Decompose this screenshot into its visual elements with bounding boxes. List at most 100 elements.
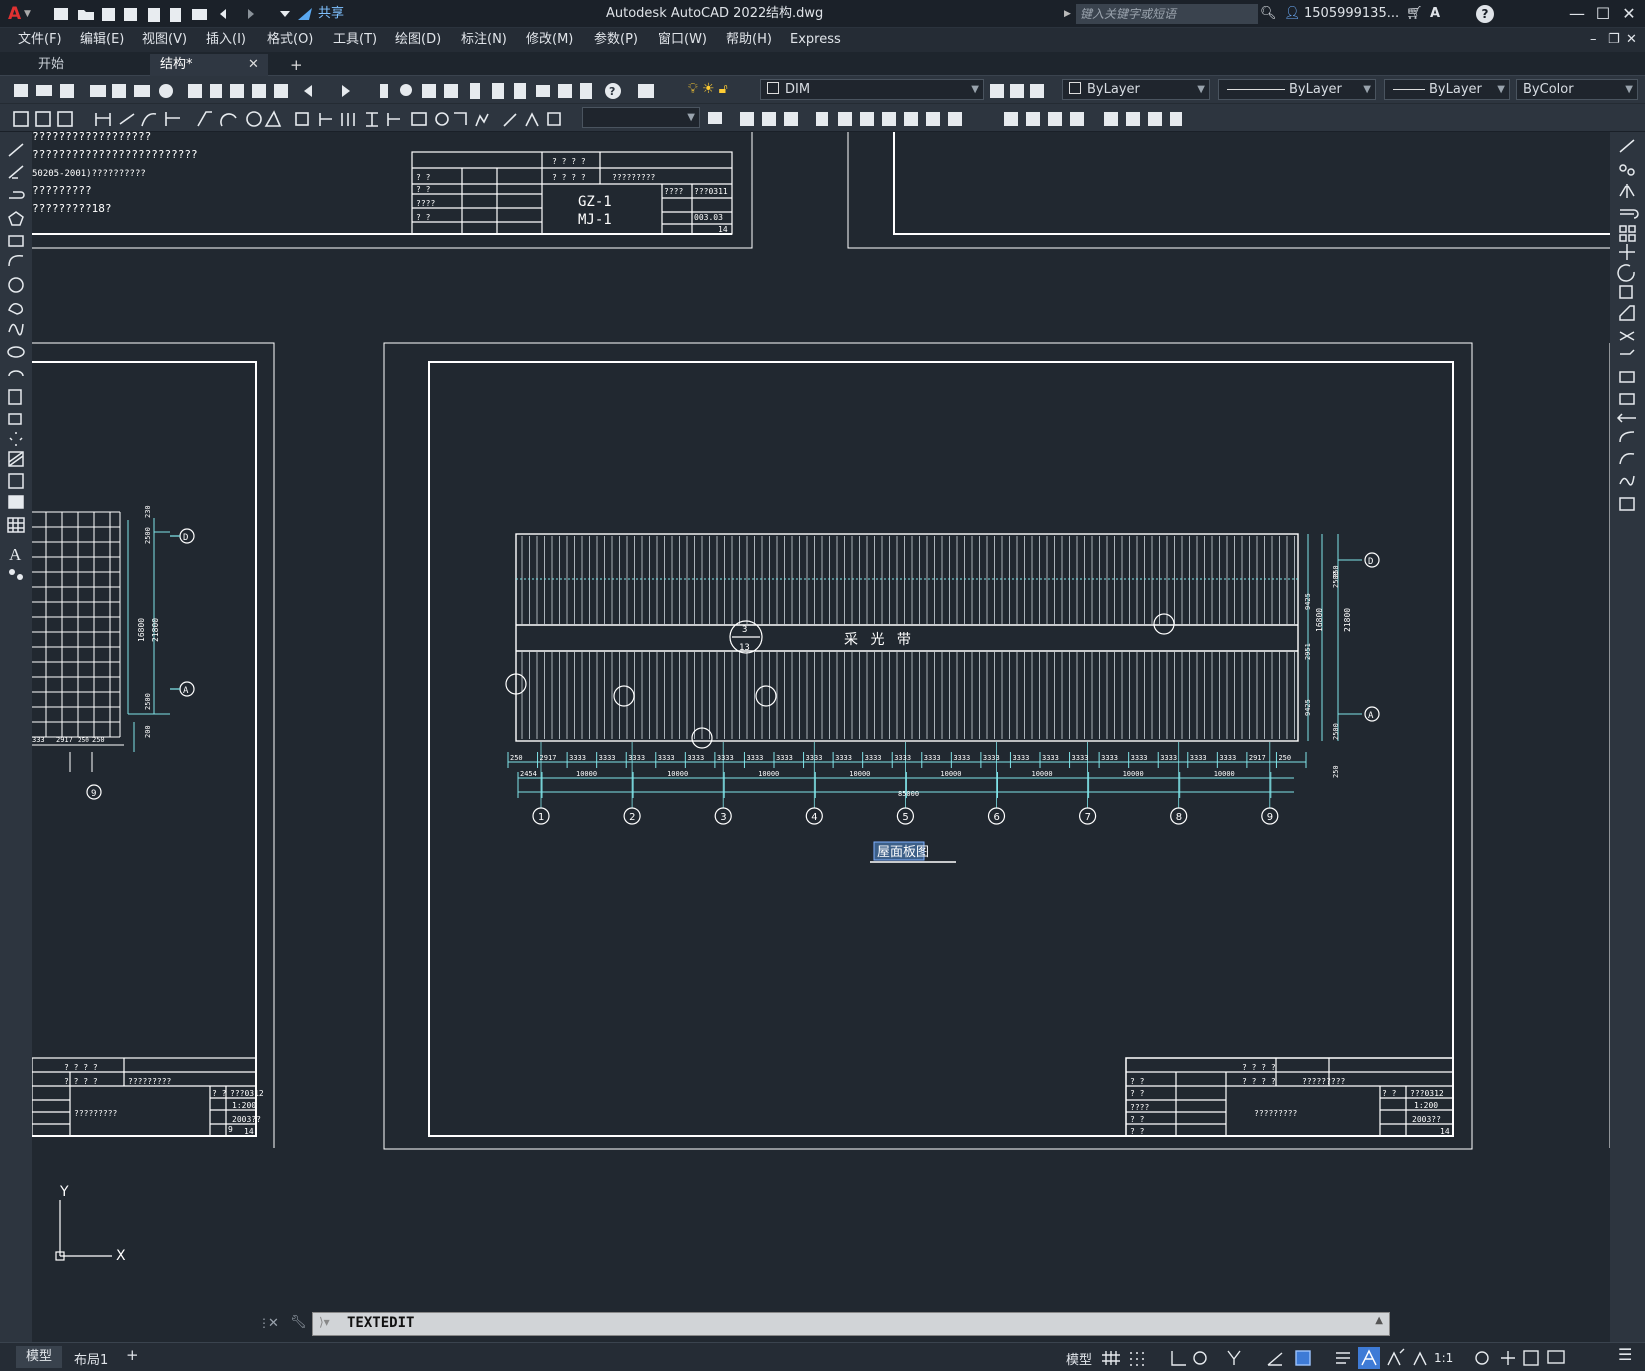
menu-draw[interactable]: 绘图(D) [395, 28, 441, 52]
dimstyle-combo[interactable]: ▼ [582, 107, 700, 128]
main-sheet-border [383, 342, 1473, 1150]
right-dim-part-4: 9425 [1304, 699, 1312, 716]
dim-segment-text: 3333 [1160, 754, 1177, 762]
axis-number: 4 [811, 812, 817, 823]
menu-express[interactable]: Express [790, 28, 841, 52]
search-expand-icon[interactable]: ▶ [1064, 0, 1071, 28]
menu-tools[interactable]: 工具(T) [333, 28, 377, 52]
lineweight-combo[interactable]: ByLayer ▼ [1384, 79, 1510, 100]
top-tb-label-1: ? ? [416, 185, 431, 194]
grid-icon [1102, 1351, 1120, 1365]
left-axis-d-label: D [183, 533, 188, 543]
search-input[interactable]: 键入关键字或短语 [1076, 4, 1258, 24]
main-tb-row2: ? ? ? ? [1242, 1077, 1276, 1086]
model-space-button[interactable]: 模型 [1066, 1349, 1092, 1368]
main-tb-label-4: ? ? [1130, 1127, 1145, 1136]
menu-view[interactable]: 视图(V) [142, 28, 187, 52]
note-line-1: ?????????????????? [32, 132, 151, 143]
layer-lock-icon[interactable]: 🔓︎ [719, 81, 728, 97]
drawing-svg[interactable]: 123456789 ?????????????????? ???????????… [32, 132, 1610, 1342]
menu-window[interactable]: 窗口(W) [658, 28, 707, 52]
layer-on-icon[interactable]: 💡︎ [688, 81, 698, 97]
doc-close-icon[interactable]: ✕ [1626, 28, 1637, 52]
app-menu-chevron-icon[interactable]: ▼ [24, 0, 31, 28]
menu-parametric[interactable]: 参数(P) [594, 28, 638, 52]
add-layout-button[interactable]: + [126, 1346, 139, 1364]
layer-freeze-icon[interactable]: ☀ [702, 81, 715, 97]
dim-segment-text: 3333 [628, 754, 645, 762]
left-dim-1: 16800 [137, 618, 146, 642]
command-close-icon[interactable]: ✕ [268, 1316, 288, 1334]
dim-segment-text: 3333 [953, 754, 970, 762]
menu-modify[interactable]: 修改(M) [526, 28, 573, 52]
dim-segment-text: 3333 [1101, 754, 1118, 762]
status-toggle-icons[interactable]: 1:1 [1100, 1343, 1570, 1371]
command-history-icon[interactable]: ▲ [1375, 1315, 1383, 1326]
dim-segment-text: 2917 [540, 754, 557, 762]
ortho-icon [1171, 1351, 1186, 1366]
autocad-logo-icon[interactable]: A [8, 0, 21, 28]
axis-number: 8 [1176, 812, 1182, 823]
menu-help[interactable]: 帮助(H) [726, 28, 772, 52]
lineweight-dropdown-icon: ▼ [1497, 84, 1505, 95]
new-tab-button[interactable]: + [280, 54, 306, 76]
menu-edit[interactable]: 编辑(E) [80, 28, 124, 52]
maximize-button[interactable]: ☐ [1590, 0, 1616, 28]
app-title: Autodesk AutoCAD 2022 [606, 6, 767, 21]
linetype-preview [1227, 89, 1285, 90]
plotstyle-combo[interactable]: ByColor ▼ [1516, 79, 1638, 100]
customization-menu-icon[interactable]: ☰ [1618, 1345, 1632, 1364]
layer-state-icons[interactable]: 💡︎ ☀ 🔓︎ [688, 81, 728, 97]
color-combo[interactable]: ByLayer ▼ [1062, 79, 1210, 100]
modify-toolbar-side-icons[interactable] [1610, 132, 1645, 532]
share-label[interactable]: 共享 [318, 0, 344, 28]
close-button[interactable]: ✕ [1616, 0, 1642, 28]
dim-segment-text: 3333 [865, 754, 882, 762]
minimize-button[interactable]: — [1564, 0, 1590, 28]
tab-close-icon[interactable]: ✕ [244, 54, 266, 76]
publish-icon [170, 8, 181, 22]
top-right-sheet-border [847, 132, 1610, 249]
left-sheet-inner [32, 361, 257, 1137]
draw-toolbar-icons[interactable]: A [0, 132, 32, 582]
user-name[interactable]: 1505999135... [1304, 0, 1399, 28]
dim-segment-text: 3333 [835, 754, 852, 762]
main-tb-sheet: 14 [1440, 1127, 1450, 1136]
axis-number: 9 [1267, 812, 1273, 823]
drawing-canvas[interactable]: 123456789 ?????????????????? ???????????… [32, 132, 1610, 1342]
doc-restore-icon[interactable]: ❐ [1608, 28, 1620, 52]
annotation-scale-value[interactable]: 1:1 [1434, 1351, 1453, 1365]
menu-insert[interactable]: 插入(I) [206, 28, 246, 52]
left-tb-no: ???0312 [230, 1089, 264, 1098]
color-swatch [1069, 82, 1081, 94]
dimension-toolbar-icons[interactable] [8, 104, 578, 132]
top-tb-title2: ????????? [612, 173, 656, 182]
left-tb-label: ? ? [212, 1089, 227, 1098]
menu-dimension[interactable]: 标注(N) [461, 28, 507, 52]
dim-segment-text: 3333 [746, 754, 763, 762]
command-line[interactable]: ⟩▾ TEXTEDIT ▲ [312, 1312, 1390, 1336]
plan-title[interactable]: 屋面板图 [877, 845, 929, 860]
doc-minimize-icon[interactable]: – [1590, 28, 1597, 52]
modify-toolbar-icons[interactable] [704, 104, 1184, 132]
total-dim: 85000 [898, 790, 919, 798]
layer-tools-icons[interactable] [986, 76, 1048, 104]
standard-toolbar-icons[interactable]: ? [8, 76, 688, 104]
layout-tab-layout1[interactable]: 布局1 [74, 1349, 108, 1368]
command-customize-icon[interactable]: 🔧︎ [290, 1315, 307, 1330]
note-line-2: ????????????????????????? [32, 148, 198, 161]
top-tb-row2: ? ? ? ? [552, 173, 586, 182]
top-tb-code-2: MJ-1 [578, 212, 612, 228]
left-tb-title2: ????????? [128, 1077, 172, 1086]
clean-screen-icon [1547, 1350, 1565, 1364]
search-icon[interactable]: 🔍︎ [1260, 0, 1277, 28]
layout-tab-model[interactable]: 模型 [16, 1346, 63, 1368]
layer-combo[interactable]: DIM ▼ [760, 79, 984, 100]
linetype-combo[interactable]: ByLayer ▼ [1218, 79, 1376, 100]
menu-format[interactable]: 格式(O) [267, 28, 313, 52]
menu-file[interactable]: 文件(F) [18, 28, 62, 52]
cart-icon[interactable]: 🛒︎ [1406, 0, 1423, 28]
help-icon[interactable]: ? [1476, 5, 1494, 23]
tab-start[interactable]: 开始 [28, 54, 146, 76]
autodesk-a360-icon[interactable]: A [1430, 0, 1440, 28]
